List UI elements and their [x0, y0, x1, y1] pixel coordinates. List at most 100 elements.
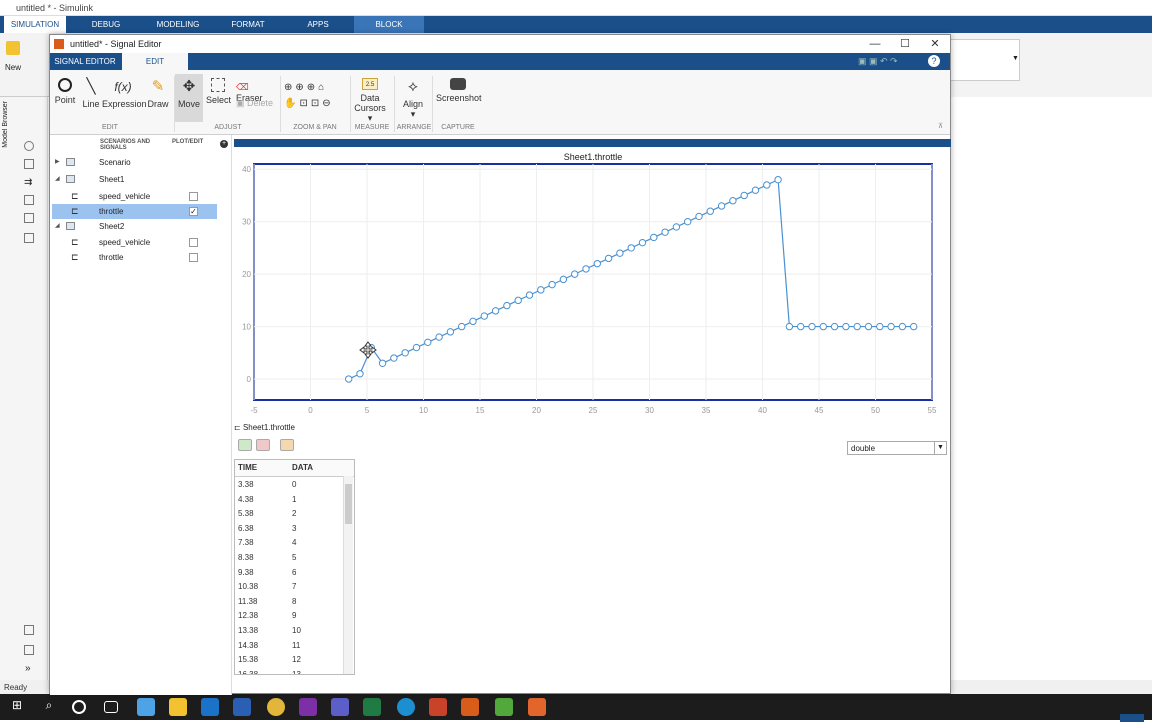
onenote-icon[interactable]: [299, 698, 317, 716]
cell-data[interactable]: 1: [292, 495, 296, 504]
data-point[interactable]: [683, 217, 692, 226]
checkbox-icon[interactable]: [24, 233, 34, 243]
arrow-icon[interactable]: ⇉: [24, 177, 32, 188]
data-point[interactable]: [751, 186, 760, 194]
tab-simulation[interactable]: SIMULATION: [4, 16, 66, 33]
cell-data[interactable]: 6: [292, 568, 296, 577]
cell-time[interactable]: 7.38: [238, 538, 254, 547]
data-point[interactable]: [740, 191, 748, 200]
cell-time[interactable]: 6.38: [238, 524, 254, 533]
cell-data[interactable]: 10: [292, 626, 301, 635]
data-point[interactable]: [876, 322, 884, 331]
data-point[interactable]: [695, 212, 703, 221]
data-point[interactable]: [638, 238, 647, 247]
properties-icon[interactable]: [280, 439, 294, 451]
tree-row-speed-vehicle[interactable]: ⊏ speed_vehicle: [52, 189, 217, 204]
fit-x-icon[interactable]: ⊡: [299, 98, 310, 109]
data-point[interactable]: [819, 322, 827, 331]
cell-data[interactable]: 13: [292, 670, 301, 674]
cell-data[interactable]: 2: [292, 509, 296, 518]
data-point[interactable]: [785, 322, 794, 331]
tab-edit[interactable]: EDIT: [122, 53, 188, 70]
data-point[interactable]: [582, 265, 590, 273]
data-point[interactable]: [491, 307, 500, 315]
data-point[interactable]: [763, 181, 771, 189]
data-point[interactable]: [356, 370, 364, 378]
tab-block[interactable]: BLOCK: [354, 16, 424, 33]
fit-y-icon[interactable]: ⊡: [311, 98, 322, 109]
cell-data[interactable]: 0: [292, 480, 296, 489]
data-point[interactable]: [424, 338, 432, 347]
cell-data[interactable]: 5: [292, 553, 296, 562]
table-row[interactable]: 9.38 6: [235, 565, 354, 580]
windows-start-icon[interactable]: ⊞: [8, 698, 26, 716]
app-green-icon[interactable]: [495, 698, 513, 716]
zoom-y-icon[interactable]: ⊕: [307, 82, 318, 93]
powerpoint-icon[interactable]: [429, 698, 447, 716]
snip-icon[interactable]: [137, 698, 155, 716]
property-icon[interactable]: [24, 645, 34, 655]
matlab-icon[interactable]: [461, 698, 479, 716]
insert-row-icon[interactable]: [238, 439, 252, 451]
cell-time[interactable]: 10.38: [238, 582, 258, 591]
zoom-out-icon[interactable]: ⊖: [322, 98, 333, 109]
cell-data[interactable]: 7: [292, 582, 296, 591]
cell-data[interactable]: 3: [292, 524, 296, 533]
help-icon[interactable]: ?: [928, 55, 940, 67]
data-cursors-button[interactable]: 2.5 Data Cursors ▾: [352, 78, 388, 124]
plot-checkbox[interactable]: [189, 253, 198, 262]
model-browser-label[interactable]: Model Browser: [2, 101, 9, 148]
data-point[interactable]: [808, 322, 816, 331]
pan-tools[interactable]: ✋⊡⊡⊖: [284, 98, 344, 109]
data-point[interactable]: [706, 207, 714, 215]
data-point[interactable]: [401, 349, 409, 357]
select-button[interactable]: Select: [206, 78, 231, 105]
cell-data[interactable]: 9: [292, 611, 296, 620]
data-point[interactable]: [650, 233, 658, 242]
cortana-icon[interactable]: [72, 700, 86, 714]
file-explorer-icon[interactable]: [169, 698, 187, 716]
app-orange-icon[interactable]: [528, 698, 546, 716]
data-point[interactable]: [604, 254, 613, 263]
tree-row-throttle[interactable]: ⊏ throttle ✓: [52, 204, 217, 219]
cell-data[interactable]: 4: [292, 538, 296, 547]
tab-debug[interactable]: DEBUG: [80, 16, 132, 33]
close-button[interactable]: ✕: [920, 35, 950, 53]
data-point[interactable]: [774, 176, 782, 184]
cell-time[interactable]: 8.38: [238, 553, 254, 562]
signal-plot[interactable]: Sheet1.throttle -5 0 5 10 15 20 25 30 35 40 45 50 55…: [234, 148, 951, 420]
table-row[interactable]: 4.38 1: [235, 492, 354, 507]
cell-time[interactable]: 11.38: [238, 597, 257, 606]
cell-time[interactable]: 15.38: [238, 655, 258, 664]
data-point[interactable]: [853, 322, 861, 331]
table-scrollbar[interactable]: [343, 476, 353, 674]
cell-time[interactable]: 13.38: [238, 626, 258, 635]
chrome-icon[interactable]: [267, 698, 285, 716]
cell-time[interactable]: 5.38: [238, 509, 254, 518]
draw-button[interactable]: ✎ Draw: [146, 78, 170, 109]
data-point[interactable]: [390, 354, 398, 362]
data-point[interactable]: [469, 317, 477, 326]
tree-row-scenario[interactable]: ▶ Scenario: [52, 155, 217, 170]
point-button[interactable]: Point: [54, 78, 76, 105]
data-point[interactable]: [672, 223, 681, 231]
task-view-icon[interactable]: [104, 701, 118, 713]
add-icon[interactable]: +: [220, 140, 228, 148]
data-point[interactable]: [616, 249, 624, 257]
delete-row-icon[interactable]: [256, 439, 270, 451]
tab-format[interactable]: FORMAT: [222, 16, 274, 33]
tab-signal-editor[interactable]: SIGNAL EDITOR: [54, 53, 116, 70]
cell-time[interactable]: 9.38: [238, 568, 254, 577]
data-point[interactable]: [559, 275, 568, 284]
cell-time[interactable]: 12.38: [238, 611, 258, 620]
expression-button[interactable]: f(x) Expression: [102, 78, 147, 109]
excel-icon[interactable]: [363, 698, 381, 716]
expand-icon[interactable]: ▶: [55, 158, 60, 165]
tree-row-sheet2[interactable]: ◢ Sheet2: [52, 219, 217, 234]
table-row[interactable]: 3.38 0: [235, 477, 354, 492]
line-button[interactable]: ╲ Line: [80, 78, 102, 109]
camera-icon[interactable]: [24, 625, 34, 635]
data-point[interactable]: [627, 244, 635, 252]
table-row[interactable]: 10.38 7: [235, 579, 354, 594]
data-table[interactable]: TIME DATA 3.38 0 4.38 1 5.38 2 6.38 3 7.38 4 8.38 5 9…: [234, 459, 355, 675]
